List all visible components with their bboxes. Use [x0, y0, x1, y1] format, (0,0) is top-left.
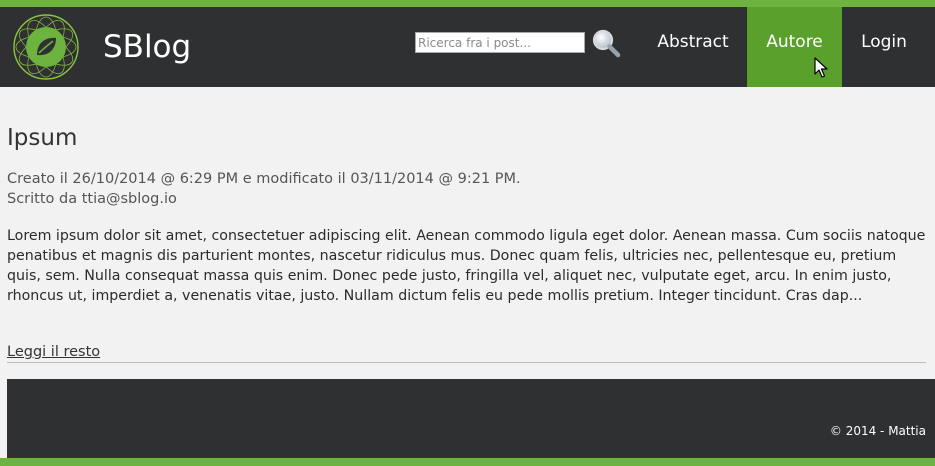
copyright-text: © 2014 - Mattia	[829, 424, 926, 438]
site-brand[interactable]: SBlog	[103, 27, 191, 67]
bottom-accent-stripe	[0, 458, 935, 466]
top-accent-stripe	[0, 0, 935, 7]
leaf-logo-icon[interactable]	[12, 13, 80, 81]
site-header: SBlog Abstract Autore Login	[0, 7, 935, 87]
post-dates: Creato il 26/10/2014 @ 6:29 PM e modific…	[7, 171, 521, 187]
post-meta: Creato il 26/10/2014 @ 6:29 PM e modific…	[7, 169, 521, 209]
read-more-link[interactable]: Leggi il resto	[7, 342, 100, 362]
search-icon[interactable]	[591, 28, 621, 58]
post-author: Scritto da ttia@sblog.io	[7, 191, 177, 207]
post-title: Ipsum	[7, 125, 78, 151]
search-input[interactable]	[415, 32, 585, 53]
mouse-pointer-icon	[814, 57, 828, 78]
nav-login[interactable]: Login	[842, 7, 926, 87]
nav-abstract[interactable]: Abstract	[642, 7, 744, 87]
site-footer: © 2014 - Mattia	[7, 379, 935, 458]
post-excerpt: Lorem ipsum dolor sit amet, consectetuer…	[7, 228, 926, 304]
post-divider	[7, 362, 926, 363]
